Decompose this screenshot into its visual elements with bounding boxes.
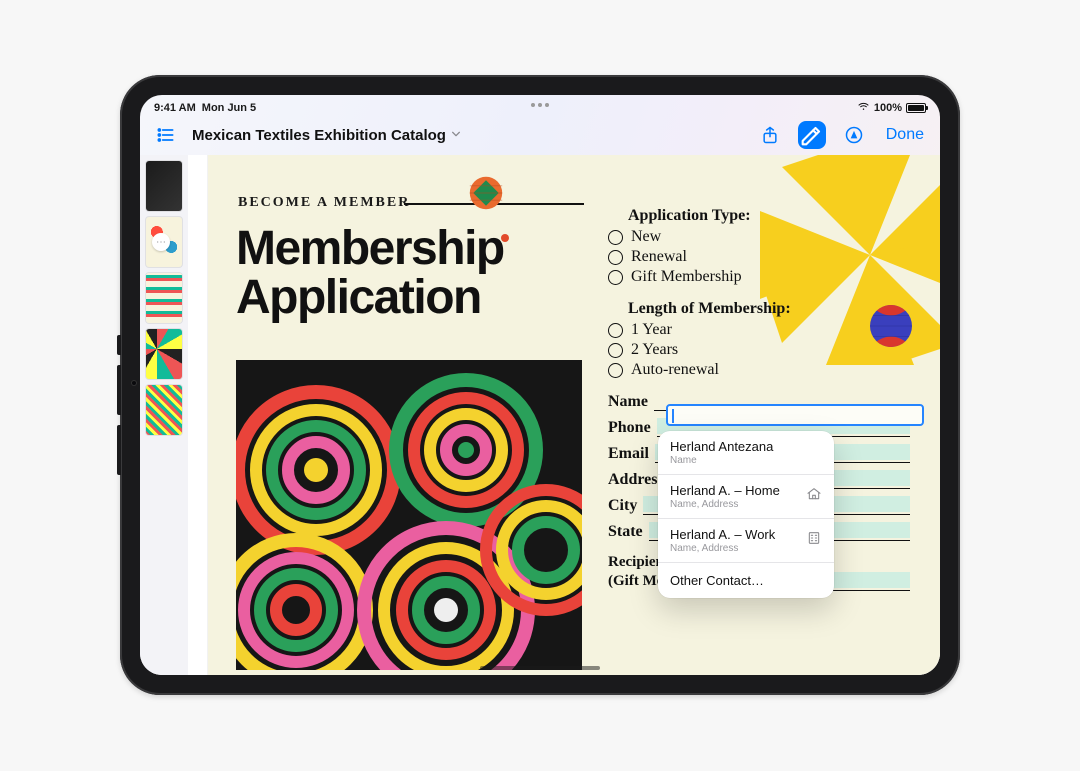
home-indicator[interactable] xyxy=(480,666,600,670)
autofill-other-contact[interactable]: Other Contact… xyxy=(658,562,834,598)
share-button[interactable] xyxy=(756,121,784,149)
comment-indicator-icon[interactable]: ⋯ xyxy=(152,233,170,251)
multitask-dots[interactable] xyxy=(531,103,549,107)
thumbnail-page[interactable] xyxy=(146,385,182,435)
application-type-section: Application Type: New Renewal Gift Membe… xyxy=(608,207,910,286)
radio-option-new[interactable]: New xyxy=(608,228,910,246)
status-time: 9:41 AM xyxy=(154,102,196,114)
radio-option-2years[interactable]: 2 Years xyxy=(608,341,910,359)
decorative-diamond xyxy=(468,175,504,211)
text-caret xyxy=(672,409,674,423)
sidebar-toggle-button[interactable] xyxy=(152,121,180,149)
thumbnail-page[interactable] xyxy=(146,161,182,211)
decorative-artwork xyxy=(236,360,582,670)
page-title: Membership Application xyxy=(236,225,512,323)
front-camera xyxy=(131,380,137,386)
title-line2: Application xyxy=(236,271,481,324)
autofill-row-contact[interactable]: Herland Antezana Name xyxy=(658,431,834,474)
screen: 9:41 AM Mon Jun 5 100% Mexican Textiles … xyxy=(140,95,940,675)
radio-icon xyxy=(608,363,623,378)
autofill-row-home[interactable]: Herland A. – Home Name, Address xyxy=(658,474,834,518)
hardware-volume-up xyxy=(117,365,121,415)
pdf-page: BECOME A MEMBER Membership Application xyxy=(208,155,940,675)
done-button[interactable]: Done xyxy=(882,126,928,144)
hardware-button xyxy=(117,335,121,355)
radio-icon xyxy=(608,343,623,358)
battery-icon xyxy=(906,103,926,113)
home-icon xyxy=(806,486,822,507)
battery-percent: 100% xyxy=(874,102,902,114)
become-member-label: BECOME A MEMBER xyxy=(238,195,410,211)
radio-icon xyxy=(608,270,623,285)
name-text-field[interactable] xyxy=(666,404,924,426)
content-area: ⋯ xyxy=(140,155,940,675)
radio-option-renewal[interactable]: Renewal xyxy=(608,248,910,266)
building-icon xyxy=(806,530,822,551)
ipad-device-frame: 9:41 AM Mon Jun 5 100% Mexican Textiles … xyxy=(120,75,960,695)
hardware-volume-down xyxy=(117,425,121,475)
page-thumbnails[interactable]: ⋯ xyxy=(140,155,188,675)
length-heading: Length of Membership: xyxy=(628,300,910,318)
length-section: Length of Membership: 1 Year 2 Years Aut… xyxy=(608,300,910,379)
thumbnail-page[interactable] xyxy=(146,329,182,379)
wifi-icon xyxy=(857,102,870,114)
document-title-text: Mexican Textiles Exhibition Catalog xyxy=(192,127,446,144)
radio-option-1year[interactable]: 1 Year xyxy=(608,321,910,339)
chevron-down-icon xyxy=(451,129,461,142)
radio-icon xyxy=(608,250,623,265)
radio-icon xyxy=(608,230,623,245)
thumbnail-page[interactable] xyxy=(146,273,182,323)
markup-button[interactable] xyxy=(798,121,826,149)
application-type-heading: Application Type: xyxy=(628,207,910,225)
radio-option-gift[interactable]: Gift Membership xyxy=(608,268,910,286)
decorative-dot xyxy=(501,234,509,242)
autofill-popover: Herland Antezana Name Herland A. – Home … xyxy=(658,431,834,598)
autofill-row-work[interactable]: Herland A. – Work Name, Address xyxy=(658,518,834,562)
document-title[interactable]: Mexican Textiles Exhibition Catalog xyxy=(192,127,461,144)
autofill-menu-button[interactable] xyxy=(840,121,868,149)
thumbnail-page[interactable]: ⋯ xyxy=(146,217,182,267)
radio-option-auto[interactable]: Auto-renewal xyxy=(608,361,910,379)
status-bar: 9:41 AM Mon Jun 5 100% xyxy=(140,95,940,115)
status-date: Mon Jun 5 xyxy=(202,102,256,114)
radio-icon xyxy=(608,323,623,338)
title-line1: Membership xyxy=(236,222,504,275)
app-toolbar: Mexican Textiles Exhibition Catalog Done xyxy=(140,115,940,155)
document-pane[interactable]: BECOME A MEMBER Membership Application xyxy=(188,155,940,675)
